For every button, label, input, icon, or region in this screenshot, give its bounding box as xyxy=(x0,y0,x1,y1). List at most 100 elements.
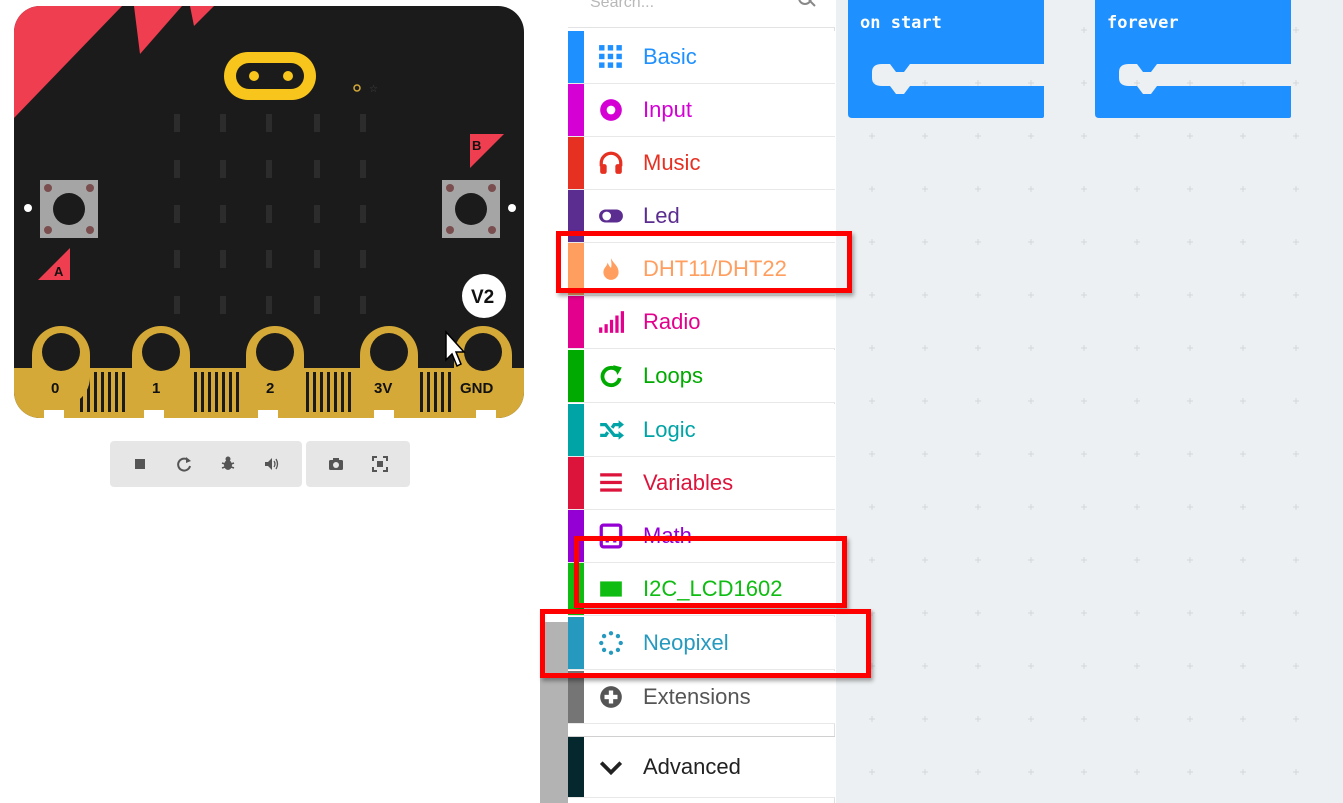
toolbox-category-logic[interactable]: Logic xyxy=(568,404,835,457)
category-label: Music xyxy=(643,150,701,175)
grid-cross xyxy=(869,557,875,563)
toolbox-resize-handle[interactable] xyxy=(540,0,568,803)
grid-cross xyxy=(1081,769,1087,775)
search-icon[interactable] xyxy=(797,0,817,12)
grid-cross xyxy=(1081,345,1087,351)
grid-cross xyxy=(1081,292,1087,298)
v2-badge-text: V2 xyxy=(471,287,494,308)
simulator-toolbar xyxy=(110,441,410,487)
microbit-board[interactable]: 0 1 2 3V GND ☆ A B V2 xyxy=(14,6,524,418)
highlight-dht11-dht22 xyxy=(556,231,852,293)
grid-cross xyxy=(1293,398,1299,404)
mute-icon[interactable] xyxy=(250,441,294,487)
grid-cross xyxy=(1081,239,1087,245)
grid-cross xyxy=(869,504,875,510)
grid-cross xyxy=(1134,663,1140,669)
input-circle-icon xyxy=(596,95,626,125)
headphones-icon xyxy=(596,148,626,178)
grid-cross xyxy=(1187,239,1193,245)
grid-cross xyxy=(1240,345,1246,351)
grid-cross xyxy=(975,610,981,616)
toolbox-category-variables[interactable]: Variables xyxy=(568,457,835,510)
grid-cross xyxy=(975,663,981,669)
grid-cross xyxy=(1134,292,1140,298)
toolbox: Search... Basic Input Music Led DHT11/DH… xyxy=(568,0,835,803)
button-a-label: A xyxy=(54,264,64,279)
grid-cross xyxy=(1293,769,1299,775)
grid-cross xyxy=(1240,186,1246,192)
grid-cross xyxy=(975,292,981,298)
grid-cross xyxy=(1187,133,1193,139)
category-label: Led xyxy=(643,203,680,228)
grid-cross xyxy=(1293,663,1299,669)
category-color-bar xyxy=(568,84,584,136)
toolbox-category-radio[interactable]: Radio xyxy=(568,296,835,349)
forever-block[interactable]: forever xyxy=(1095,0,1291,120)
simulator-toolbar-group-2 xyxy=(306,441,410,487)
workspace-grid xyxy=(869,27,1299,775)
grid-cross xyxy=(1240,663,1246,669)
search-placeholder: Search... xyxy=(590,0,655,11)
on-start-label: on start xyxy=(860,13,942,33)
highlight-i2c-lcd1602 xyxy=(574,536,847,608)
toolbox-category-basic[interactable]: Basic xyxy=(568,31,835,84)
shuffle-icon xyxy=(596,415,626,445)
grid-cross xyxy=(922,239,928,245)
grid-cross xyxy=(975,716,981,722)
grid-cross xyxy=(922,398,928,404)
toolbox-category-loops[interactable]: Loops xyxy=(568,350,835,403)
toolbox-category-extensions[interactable]: Extensions xyxy=(568,671,835,724)
grid-cross xyxy=(1028,663,1034,669)
grid-cross xyxy=(1293,504,1299,510)
grid-cross xyxy=(922,133,928,139)
category-label: Input xyxy=(643,97,692,122)
grid-cross xyxy=(1240,398,1246,404)
grid-cross xyxy=(1293,27,1299,33)
chevron-down-icon xyxy=(596,752,626,782)
grid-cross xyxy=(1240,451,1246,457)
grid-cross xyxy=(1293,716,1299,722)
grid-cross xyxy=(1240,504,1246,510)
debug-icon[interactable] xyxy=(206,441,250,487)
logo-touch[interactable] xyxy=(224,52,316,100)
fullscreen-icon[interactable] xyxy=(358,441,402,487)
blocks-workspace[interactable]: on start forever xyxy=(836,0,1343,803)
grid-cross xyxy=(922,769,928,775)
grid-cross xyxy=(1134,557,1140,563)
toolbox-category-input[interactable]: Input xyxy=(568,84,835,137)
signal-icon xyxy=(596,307,626,337)
toolbox-category-music[interactable]: Music xyxy=(568,137,835,190)
grid-cross xyxy=(1187,504,1193,510)
grid-cross xyxy=(1240,557,1246,563)
grid-cross xyxy=(869,451,875,457)
stop-icon[interactable] xyxy=(118,441,162,487)
grid-cross xyxy=(1293,186,1299,192)
screenshot-icon[interactable] xyxy=(314,441,358,487)
grid-cross xyxy=(975,398,981,404)
grid-cross xyxy=(975,345,981,351)
grid-cross xyxy=(922,345,928,351)
category-label: Logic xyxy=(643,417,696,442)
grid-cross xyxy=(922,186,928,192)
grid-cross xyxy=(1028,451,1034,457)
grid-cross xyxy=(1240,133,1246,139)
grid-cross xyxy=(1187,186,1193,192)
toolbox-search[interactable]: Search... xyxy=(568,0,835,28)
grid-cross xyxy=(1240,716,1246,722)
grid-cross xyxy=(1081,504,1087,510)
grid-cross xyxy=(1081,663,1087,669)
toolbox-category-advanced[interactable]: Advanced xyxy=(568,736,835,798)
grid-cross xyxy=(1293,451,1299,457)
on-start-block[interactable]: on start xyxy=(848,0,1044,120)
grid-cross xyxy=(869,398,875,404)
grid-cross xyxy=(1081,398,1087,404)
grid-cross xyxy=(1028,292,1034,298)
grid-cross xyxy=(1134,133,1140,139)
grid-cross xyxy=(1081,716,1087,722)
grid-cross xyxy=(922,610,928,616)
grid-cross xyxy=(1187,557,1193,563)
grid-cross xyxy=(1028,345,1034,351)
category-label: Advanced xyxy=(643,754,741,779)
restart-icon[interactable] xyxy=(162,441,206,487)
grid-cross xyxy=(1187,769,1193,775)
